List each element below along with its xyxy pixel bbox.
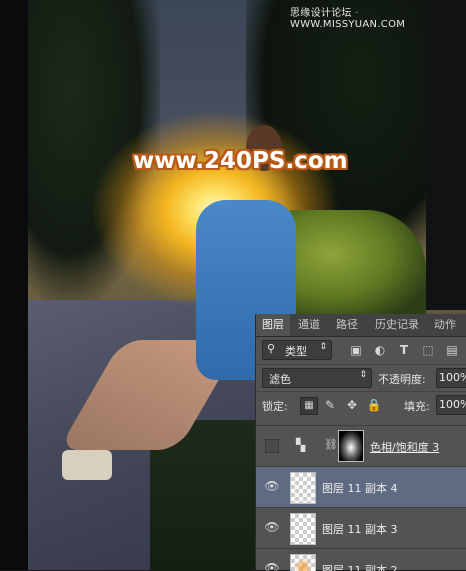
layer-row-adjustment[interactable]: ▚ ⛓ 色相/饱和度 3 (256, 425, 466, 466)
watermark-text: www.240PS.com (133, 148, 348, 174)
layer-thumbnail (290, 472, 316, 504)
select-arrows-icon: ⇕ (319, 342, 327, 352)
layer-name[interactable]: 图层 11 副本 4 (322, 480, 398, 496)
layer-thumbnail (290, 554, 316, 571)
eye-icon[interactable]: 👁 (264, 520, 280, 534)
type-filter-icon[interactable]: T (396, 342, 412, 358)
adjust-filter-icon[interactable]: ◐ (372, 342, 388, 358)
site-watermark-right: WWW.MISSYUAN.COM (290, 19, 406, 30)
lock-label: 锁定: (262, 400, 288, 413)
fill-value: 100% (439, 398, 466, 411)
layer-name[interactable]: 图层 11 副本 3 (322, 521, 398, 537)
filter-search-icon: ⚲ (267, 342, 276, 355)
lock-all-icon[interactable]: 🔒 (366, 397, 382, 413)
layer-thumbnail (290, 513, 316, 545)
layer-mask-thumbnail[interactable] (338, 430, 364, 462)
blend-row: 滤色 ⇕ 不透明度: 100% (256, 364, 466, 391)
lock-position-icon[interactable]: ✥ (344, 397, 360, 413)
layer-row-selected[interactable]: 👁 图层 11 副本 4 (256, 466, 466, 507)
opacity-label: 不透明度: (378, 373, 426, 386)
blend-mode-value: 滤色 (269, 373, 291, 386)
canvas-edge-left (0, 0, 28, 570)
smart-filter-icon[interactable]: ▤ (444, 342, 460, 358)
fill-label: 填充: (404, 400, 430, 413)
eye-icon[interactable]: 👁 (264, 479, 280, 493)
tab-history[interactable]: 历史记录 (368, 314, 426, 336)
blend-mode-select[interactable]: 滤色 ⇕ (262, 368, 372, 388)
layer-link-icon[interactable]: ⛓ (324, 438, 338, 451)
lock-row: 锁定: ▦ ✎ ✥ 🔒 填充: 100% (256, 391, 466, 418)
layer-name[interactable]: 色相/饱和度 3 (370, 439, 439, 455)
hue-saturation-icon: ▚ (296, 438, 306, 452)
opacity-value: 100% (439, 371, 466, 384)
lock-pixels-icon[interactable]: ✎ (322, 397, 338, 413)
lock-transparent-icon[interactable]: ▦ (300, 397, 318, 415)
site-watermark-left: 思缘设计论坛 (290, 8, 352, 19)
shape-filter-icon[interactable]: ⬚ (420, 342, 436, 358)
layer-row[interactable]: 👁 图层 11 副本 3 (256, 507, 466, 548)
site-watermark-sep: · (355, 8, 359, 19)
panel-tabs: 图层 通道 路径 历史记录 动作 (256, 314, 466, 337)
opacity-field[interactable]: 100% (436, 368, 466, 388)
tab-layers[interactable]: 图层 (256, 314, 290, 336)
image-filter-icon[interactable]: ▣ (348, 342, 364, 358)
blend-arrows-icon: ⇕ (359, 370, 367, 380)
filter-kind-select[interactable]: ⚲ 类型 ⇕ (262, 340, 332, 360)
layer-row[interactable]: 👁 图层 11 副本 2 (256, 548, 466, 571)
fill-field[interactable]: 100% (436, 395, 466, 415)
model-shoe (62, 450, 112, 480)
tab-actions[interactable]: 动作 (428, 314, 462, 336)
filter-row: ⚲ 类型 ⇕ ▣ ◐ T ⬚ ▤ (256, 338, 466, 364)
tab-paths[interactable]: 路径 (330, 314, 364, 336)
canvas-edge-right (426, 0, 466, 310)
site-watermark: 思缘设计论坛 · WWW.MISSYUAN.COM (290, 4, 466, 30)
layers-panel: 图层 通道 路径 历史记录 动作 ⚲ 类型 ⇕ ▣ ◐ T ⬚ ▤ 滤色 ⇕ 不… (255, 314, 466, 571)
tab-channels[interactable]: 通道 (292, 314, 326, 336)
filter-kind-label: 类型 (285, 345, 307, 358)
visibility-toggle-off[interactable] (265, 439, 279, 453)
